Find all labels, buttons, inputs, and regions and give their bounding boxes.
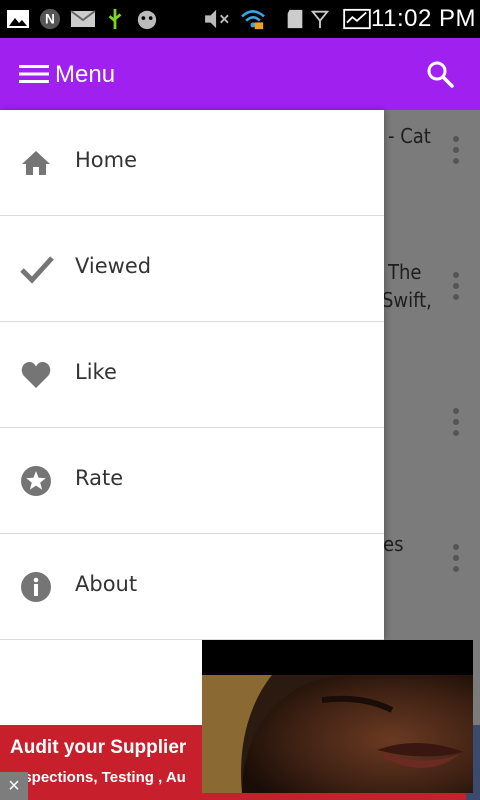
drawer-item-label: Rate [75,466,124,490]
wifi-icon [241,10,265,30]
navigation-drawer: Home Viewed Like Rate About [0,110,384,640]
more-vert-icon[interactable] [453,136,459,164]
mail-icon [70,10,96,27]
info-icon [21,572,51,602]
status-time: 11:02 PM [371,5,476,32]
status-bar: N 11:02 PM [0,0,480,38]
more-vert-icon[interactable] [453,408,459,436]
image-icon [7,10,29,28]
check-icon [20,256,54,284]
ad-title: Audit your Supplier [10,737,187,758]
drawer-item-rate[interactable]: Rate [0,428,384,534]
list-item-title-fragment: Swift, [382,288,432,312]
heart-icon [21,362,51,388]
close-icon[interactable]: × [0,772,28,800]
blank-area [0,640,202,725]
video-frame-image [202,640,473,793]
home-icon [22,151,50,175]
floating-video-player[interactable] [202,640,473,793]
hamburger-icon[interactable] [19,64,49,84]
app-bar: Menu [0,38,480,110]
drawer-item-label: Like [75,360,117,384]
usb-icon [108,8,122,30]
drawer-item-home[interactable]: Home [0,110,384,216]
drawer-item-about[interactable]: About [0,534,384,640]
activity-icon [343,8,371,30]
list-item-title-fragment: - Cat [388,124,431,148]
mute-icon [205,9,229,29]
star-icon [21,466,51,496]
ad-subtitle: Inspections, Testing , Au [10,769,186,786]
drawer-item-label: Home [75,148,138,172]
svg-text:N: N [45,12,55,27]
drawer-item-viewed[interactable]: Viewed [0,216,384,322]
list-item-title-fragment: The [388,260,422,284]
drawer-item-label: Viewed [75,254,152,278]
more-vert-icon[interactable] [453,272,459,300]
menu-title[interactable]: Menu [55,61,115,89]
android-debug-icon [137,10,157,30]
search-icon[interactable] [426,60,454,88]
sd-card-icon [287,9,303,29]
drawer-item-label: About [75,572,138,596]
more-vert-icon[interactable] [453,544,459,572]
signal-icon [310,10,330,29]
drawer-item-like[interactable]: Like [0,322,384,428]
list-item-title-fragment: es [383,532,404,556]
n-icon: N [39,8,61,30]
